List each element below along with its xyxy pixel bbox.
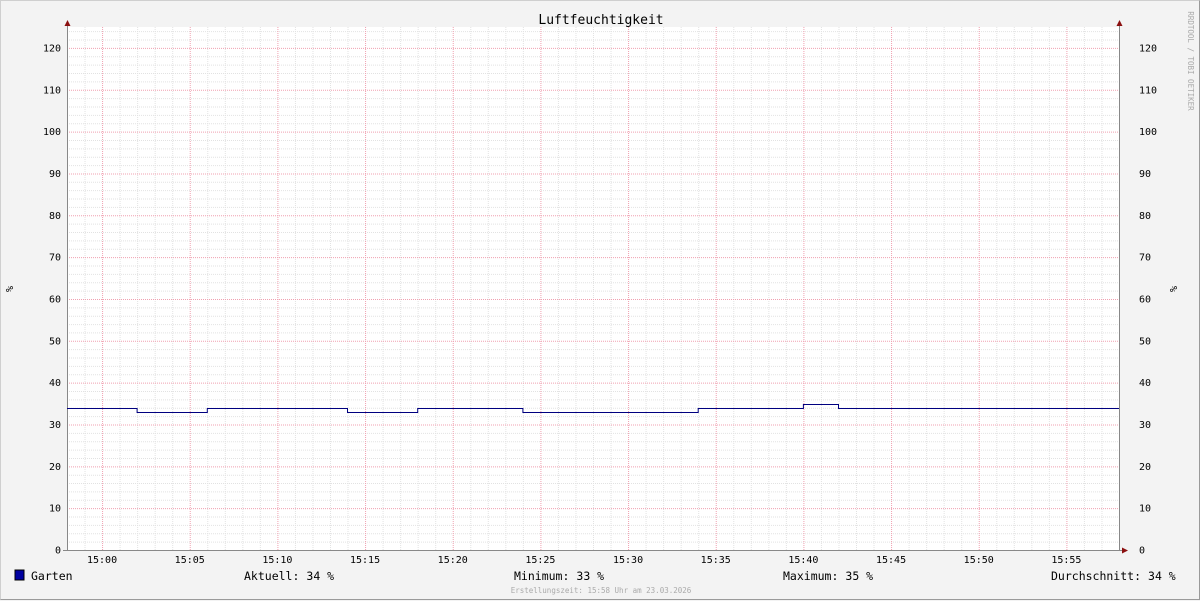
x-tick-label: 15:50 <box>964 555 994 566</box>
x-tick-label: 15:30 <box>613 555 643 566</box>
y-tick-label-right: 110 <box>1139 85 1157 96</box>
x-tick-label: 15:55 <box>1051 555 1081 566</box>
legend-series-name: Garten <box>31 569 73 583</box>
x-tick-label: 15:05 <box>175 555 205 566</box>
y-tick-label-left: 90 <box>49 169 61 180</box>
y-tick-label-left: 40 <box>49 378 61 389</box>
y-tick-label-right: 70 <box>1139 253 1151 264</box>
y-tick-label-left: 60 <box>49 294 61 305</box>
y-tick-label-left: 120 <box>43 43 61 54</box>
y-tick-label-right: 60 <box>1139 294 1151 305</box>
y-axis-label-right: % <box>1169 286 1180 292</box>
legend-stat-average: Durchschnitt: 34 % <box>1051 569 1176 583</box>
x-tick-label: 15:40 <box>788 555 818 566</box>
x-tick-label: 15:20 <box>438 555 468 566</box>
legend: Garten Aktuell: 34 % Minimum: 33 % Maximum… <box>14 569 1176 583</box>
x-tick-label: 15:35 <box>701 555 731 566</box>
x-tick-label: 15:00 <box>87 555 117 566</box>
chart-frame: 0 10 20 30 40 50 60 70 80 90 100 110 120 0 10 20 30 40 50… <box>0 0 1200 600</box>
y-tick-label-left: 110 <box>43 85 61 96</box>
legend-stat-current: Aktuell: 34 % <box>244 569 334 583</box>
y-ticks-left: 0 10 20 30 40 50 60 70 80 90 100 110 120 <box>43 43 61 556</box>
watermark-text: RRDTOOL / TOBI OETIKER <box>1186 11 1195 111</box>
y-tick-label-right: 100 <box>1139 127 1157 138</box>
legend-swatch <box>14 569 25 581</box>
y-tick-label-right: 90 <box>1139 169 1151 180</box>
y-tick-label-right: 30 <box>1139 420 1151 431</box>
humidity-chart: 0 10 20 30 40 50 60 70 80 90 100 110 120 0 10 20 30 40 50… <box>5 11 1195 595</box>
y-tick-label-left: 80 <box>49 211 61 222</box>
x-tick-label: 15:10 <box>262 555 292 566</box>
x-tick-label: 15:15 <box>350 555 380 566</box>
y-tick-label-right: 50 <box>1139 336 1151 347</box>
y-tick-label-left: 20 <box>49 462 61 473</box>
y-tick-label-left: 100 <box>43 127 61 138</box>
y-tick-label-left: 0 <box>55 546 61 557</box>
y-tick-label-right: 0 <box>1139 546 1145 557</box>
y-tick-label-left: 70 <box>49 253 61 264</box>
x-tick-label: 15:45 <box>876 555 906 566</box>
y-tick-label-left: 50 <box>49 336 61 347</box>
y-axis-label-left: % <box>5 286 16 292</box>
x-ticks: 15:00 15:05 15:10 15:15 15:20 15:25 15:30 15:35… <box>87 555 1081 566</box>
footer-timestamp: Erstellungszeit: 15:58 Uhr am 23.03.2026 <box>511 586 692 595</box>
x-axis-arrow <box>1122 547 1128 554</box>
y-tick-label-right: 80 <box>1139 211 1151 222</box>
y-ticks-right: 0 10 20 30 40 50 60 70 80 90 100 110 120 <box>1139 43 1157 556</box>
y-axis-arrow-right <box>1116 20 1123 26</box>
chart-title: Luftfeuchtigkeit <box>538 13 663 28</box>
y-tick-label-right: 20 <box>1139 462 1151 473</box>
y-tick-label-right: 10 <box>1139 504 1151 515</box>
legend-stat-maximum: Maximum: 35 % <box>783 569 873 583</box>
y-tick-label-left: 10 <box>49 504 61 515</box>
y-tick-label-left: 30 <box>49 420 61 431</box>
y-tick-label-right: 120 <box>1139 43 1157 54</box>
legend-stat-minimum: Minimum: 33 % <box>514 569 604 583</box>
y-axis-arrow-left <box>64 20 71 26</box>
y-tick-label-right: 40 <box>1139 378 1151 389</box>
x-tick-label: 15:25 <box>525 555 555 566</box>
